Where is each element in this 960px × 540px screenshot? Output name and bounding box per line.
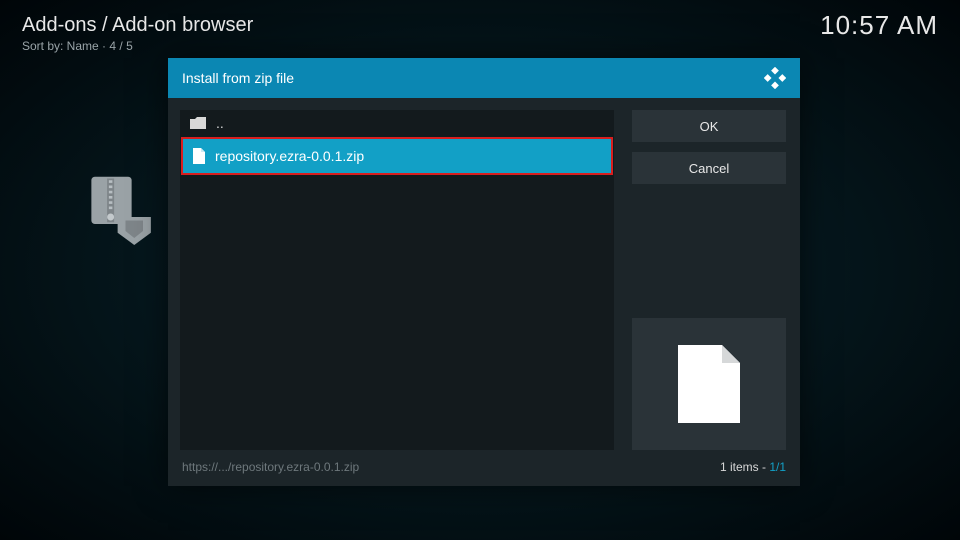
file-path: https://.../repository.ezra-0.0.1.zip: [182, 460, 359, 474]
ok-button[interactable]: OK: [632, 110, 786, 142]
file-preview-icon: [678, 345, 740, 423]
dialog-body: .. repository.ezra-0.0.1.zip OK Cancel: [168, 98, 800, 458]
page-position: 4 / 5: [109, 39, 132, 53]
zip-background-icon: [85, 175, 159, 245]
file-preview: [632, 318, 786, 450]
dialog-header: Install from zip file: [168, 58, 800, 98]
file-label: repository.ezra-0.0.1.zip: [215, 148, 364, 164]
file-icon: [193, 148, 205, 164]
ok-button-label: OK: [700, 119, 719, 134]
sort-line: Sort by: Name · 4 / 5: [22, 39, 253, 53]
parent-folder-row[interactable]: ..: [180, 110, 614, 136]
folder-up-icon: [190, 117, 206, 129]
sort-label: Sort by: Name: [22, 39, 99, 53]
top-bar: Add-ons / Add-on browser Sort by: Name ·…: [22, 14, 253, 53]
clock: 10:57 AM: [820, 10, 938, 41]
dialog-footer: https://.../repository.ezra-0.0.1.zip 1 …: [168, 458, 800, 486]
parent-folder-label: ..: [216, 115, 224, 131]
cancel-button[interactable]: Cancel: [632, 152, 786, 184]
file-row-selected[interactable]: repository.ezra-0.0.1.zip: [181, 137, 613, 175]
item-count-total: 1/1: [769, 460, 786, 474]
cancel-button-label: Cancel: [689, 161, 729, 176]
item-count: 1 items - 1/1: [720, 460, 786, 474]
breadcrumb: Add-ons / Add-on browser: [22, 14, 253, 37]
file-list[interactable]: .. repository.ezra-0.0.1.zip: [180, 110, 614, 450]
dialog-side-column: OK Cancel: [632, 110, 786, 450]
item-count-number: 1: [720, 460, 727, 474]
dialog-title: Install from zip file: [182, 70, 294, 86]
install-zip-dialog: Install from zip file ..: [168, 58, 800, 486]
kodi-logo-icon: [764, 67, 786, 89]
